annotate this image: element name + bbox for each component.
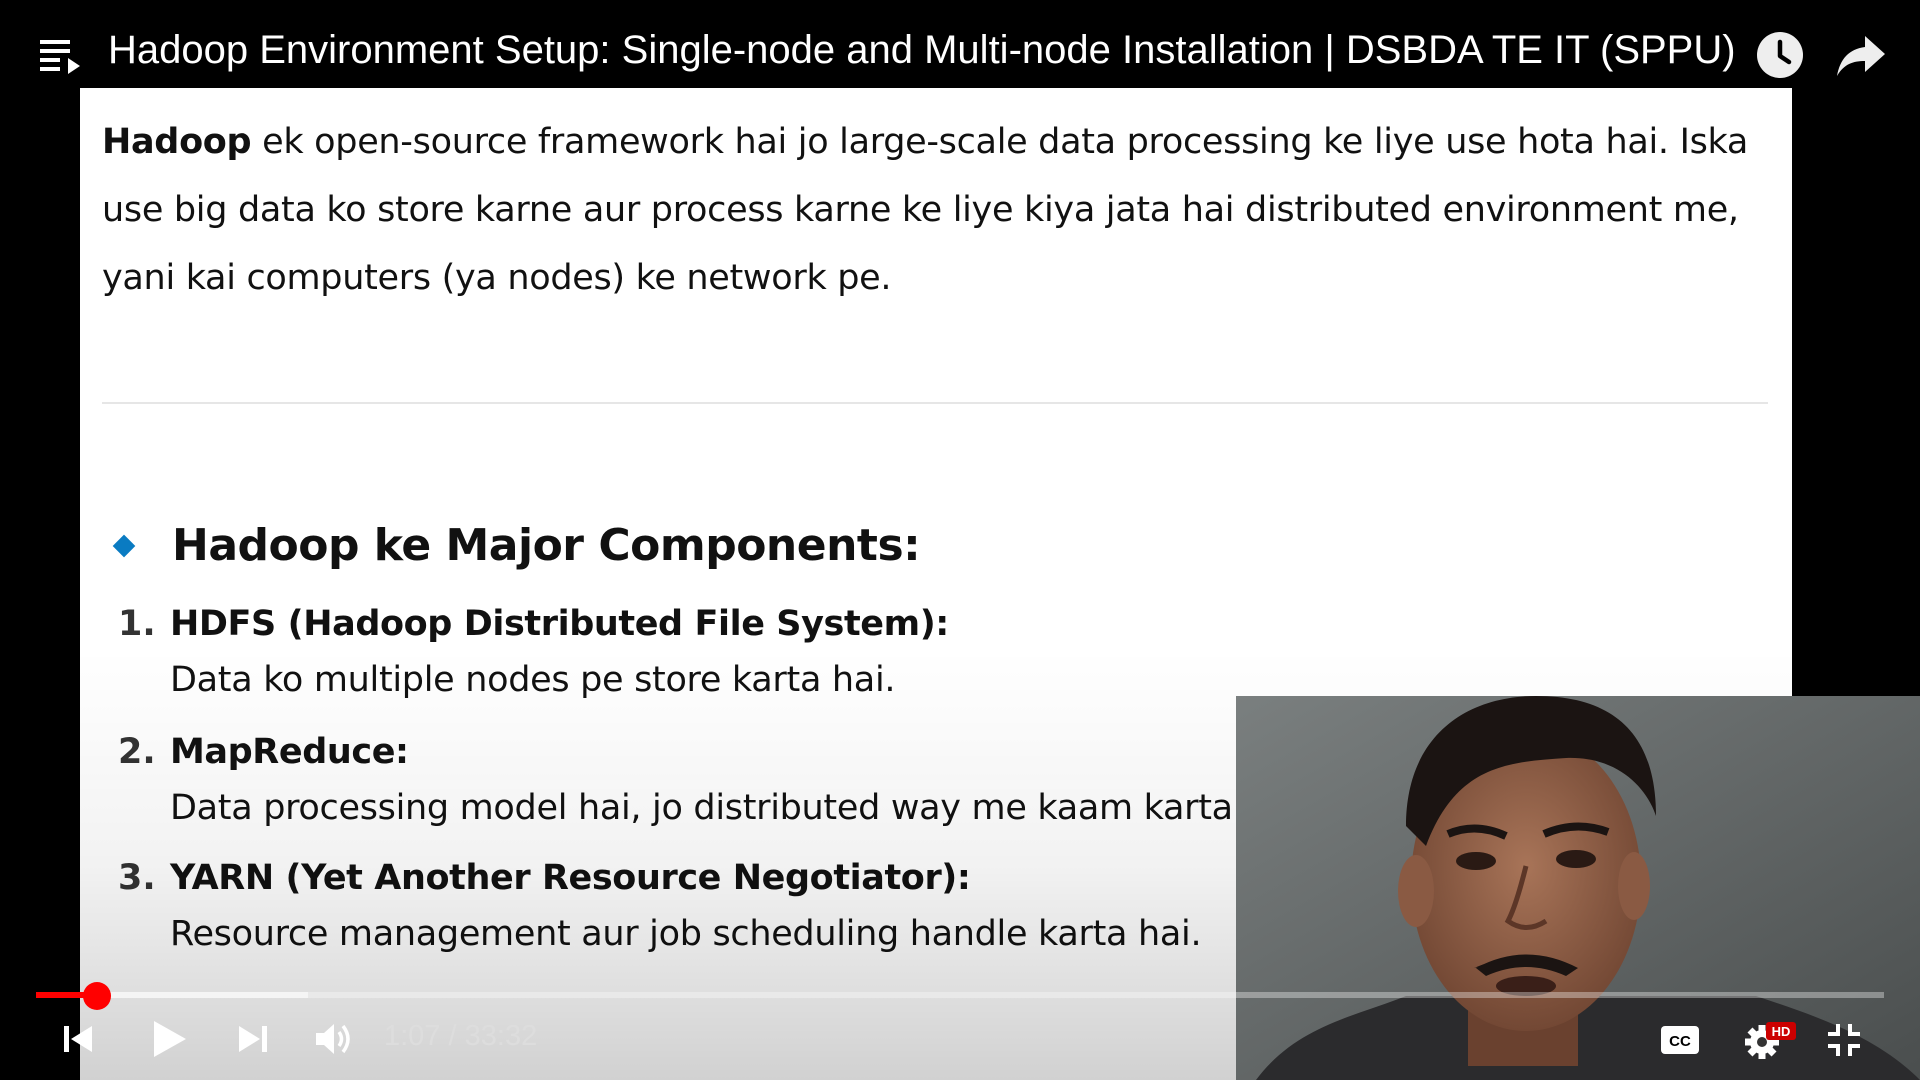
time-display: 1:07 / 33:32 <box>384 1020 537 1053</box>
component-title: YARN (Yet Another Resource Negotiator): <box>170 858 971 898</box>
playlist-icon <box>40 40 80 74</box>
component-number: 1. <box>118 604 156 644</box>
exit-fullscreen-icon <box>1828 1024 1860 1056</box>
scrubber-handle[interactable] <box>82 982 111 1010</box>
captions-button[interactable]: CC <box>1660 1024 1700 1056</box>
duration: 33:32 <box>464 1020 538 1052</box>
exit-fullscreen-button[interactable] <box>1826 1022 1862 1058</box>
previous-icon <box>64 1026 92 1052</box>
play-icon <box>154 1021 186 1057</box>
divider <box>102 402 1768 404</box>
video-title[interactable]: Hadoop Environment Setup: Single-node an… <box>108 28 1736 73</box>
hd-badge: HD <box>1772 1024 1791 1039</box>
section-heading-row: Hadoop ke Major Components: <box>112 520 921 571</box>
diamond-bullet-icon <box>112 534 136 557</box>
watch-later-icon <box>1757 32 1803 78</box>
intro-text: ek open-source framework hai jo large-sc… <box>102 122 1749 298</box>
component-description: Data processing model hai, jo distribute… <box>170 788 1307 828</box>
volume-icon <box>316 1024 350 1054</box>
component-description: Data ko multiple nodes pe store karta ha… <box>170 660 896 700</box>
watch-later-button[interactable] <box>1755 30 1805 80</box>
playlist-button[interactable] <box>38 36 84 76</box>
intro-term: Hadoop <box>102 122 252 162</box>
time-separator: / <box>440 1020 465 1052</box>
previous-button[interactable] <box>62 1022 96 1056</box>
presenter-webcam <box>1236 696 1920 1080</box>
component-description: Resource management aur job scheduling h… <box>170 914 1202 954</box>
captions-icon: CC <box>1661 1026 1699 1054</box>
presenter-portrait <box>1236 696 1920 1080</box>
player-top-bar: Hadoop Environment Setup: Single-node an… <box>0 0 1920 88</box>
settings-icon: HD <box>1745 1022 1796 1059</box>
settings-button[interactable]: HD <box>1744 1020 1800 1062</box>
component-title: HDFS (Hadoop Distributed File System): <box>170 604 949 644</box>
play-button[interactable] <box>150 1018 190 1060</box>
component-number: 2. <box>118 732 156 772</box>
intro-paragraph: Hadoop ek open-source framework hai jo l… <box>102 108 1772 312</box>
next-button[interactable] <box>236 1022 270 1056</box>
share-button[interactable] <box>1835 32 1887 80</box>
volume-button[interactable] <box>314 1020 354 1058</box>
share-icon <box>1837 36 1885 76</box>
next-icon <box>239 1026 267 1052</box>
current-time: 1:07 <box>384 1020 441 1052</box>
progress-bar[interactable] <box>36 992 1884 998</box>
component-number: 3. <box>118 858 156 898</box>
section-heading: Hadoop ke Major Components: <box>172 520 921 571</box>
component-title: MapReduce: <box>170 732 409 772</box>
captions-label: CC <box>1669 1033 1691 1050</box>
